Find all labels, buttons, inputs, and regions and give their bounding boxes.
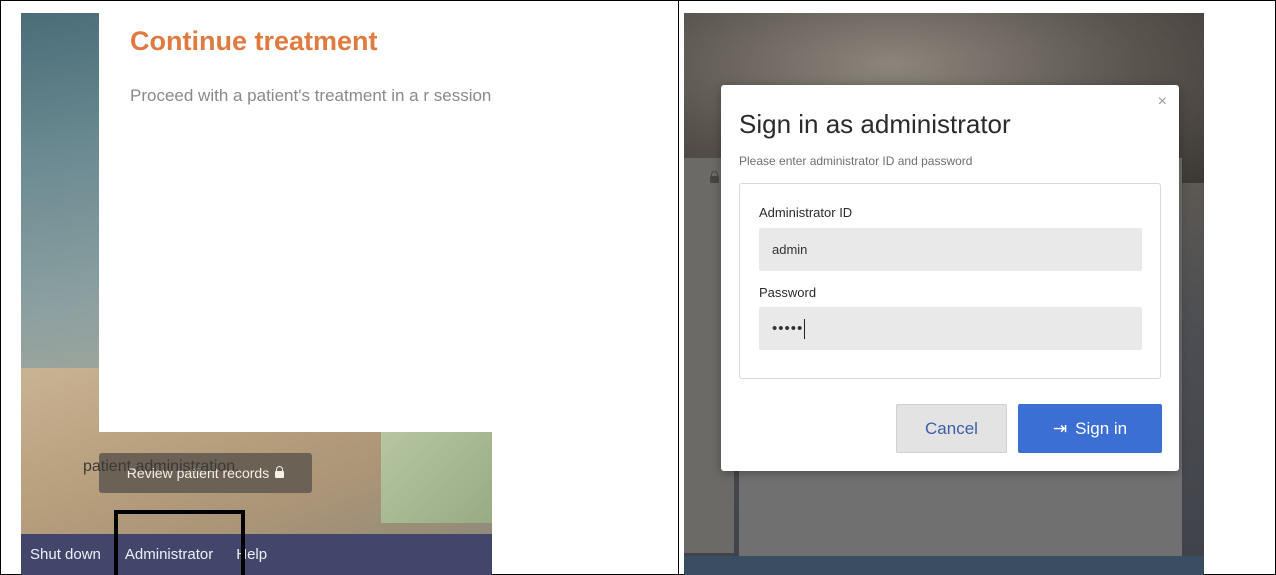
dialog-title: Sign in as administrator [739,109,1011,139]
left-screen: Continue treatment Proceed with a patien… [21,13,492,575]
admin-id-label: Administrator ID [759,205,853,220]
admin-id-field[interactable]: admin [759,228,1142,271]
password-value: ••••• [772,320,804,337]
sign-in-button[interactable]: ⇥ Sign in [1018,404,1162,453]
close-icon[interactable]: × [1158,93,1167,111]
sign-in-label: Sign in [1075,418,1128,438]
password-field[interactable]: ••••• [759,307,1142,350]
background-lock [710,170,719,188]
sign-in-icon: ⇥ [1052,418,1068,438]
admin-id-value: admin [772,242,808,257]
cancel-button[interactable]: Cancel [896,404,1007,453]
background-footer-strip [684,556,1204,575]
shut-down-button[interactable]: Shut down [21,534,111,575]
credentials-form: Administrator ID admin Password ••••• [739,183,1161,379]
text-caret [804,318,806,339]
frame-divider [678,0,679,575]
administrator-highlight-box [114,510,245,575]
lock-icon [710,171,719,183]
continue-treatment-card[interactable]: Continue treatment Proceed with a patien… [99,13,492,432]
sign-in-dialog: × Sign in as administrator Please enter … [721,85,1179,471]
card-description: Proceed with a patient's treatment in a … [130,86,492,105]
password-label: Password [759,285,817,300]
footer-bar: Shut down Administrator Help [21,534,492,575]
dialog-subtitle: Please enter administrator ID and passwo… [739,154,973,168]
card-title: Continue treatment [130,26,378,56]
lock-icon [275,466,285,478]
background-card-text: patient administration. [83,458,240,475]
